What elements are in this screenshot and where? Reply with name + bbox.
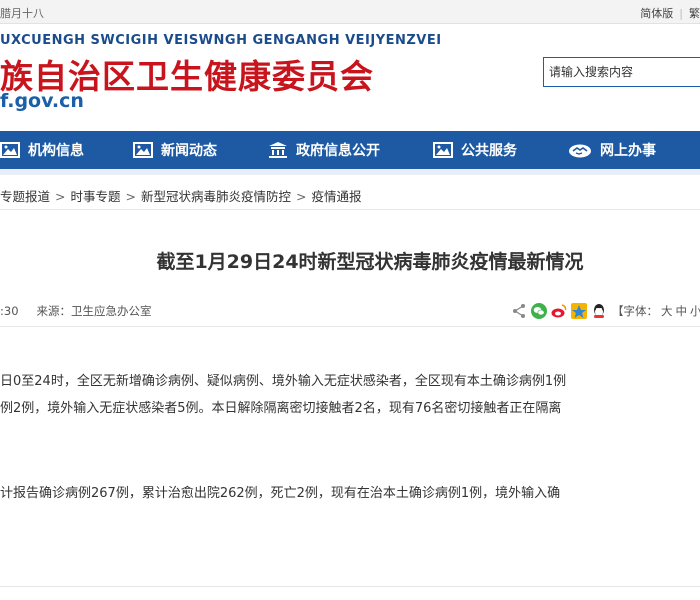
simplified-chinese-link[interactable]: 简体版 xyxy=(640,7,673,20)
nav-item-label: 机构信息 xyxy=(28,143,84,159)
qq-icon[interactable] xyxy=(591,303,607,319)
publish-time: :30 xyxy=(0,304,19,318)
font-size-switcher: 【字体：大中小】 xyxy=(612,303,700,319)
breadcrumb-separator: > xyxy=(55,189,66,204)
divider xyxy=(0,586,700,587)
image-icon xyxy=(0,142,20,158)
top-bar: 腊月十八 简体版 | 繁 xyxy=(0,0,700,24)
wechat-icon[interactable] xyxy=(531,303,547,319)
nav-item-online-service[interactable]: 网上办事 xyxy=(568,131,656,169)
nav-item-news[interactable]: 新闻动态 xyxy=(133,131,217,169)
divider xyxy=(0,209,700,210)
font-size-label: 【字体： xyxy=(612,304,658,318)
font-size-small[interactable]: 小】 xyxy=(690,304,700,318)
nav-item-label: 政府信息公开 xyxy=(296,143,380,159)
handshake-icon xyxy=(569,144,591,158)
breadcrumb-item[interactable]: 新型冠状病毒肺炎疫情防控 xyxy=(141,189,291,204)
article-paragraph: 计报告确诊病例267例，累计治愈出院262例，死亡2例，现有在治本土确诊病例1例… xyxy=(0,486,561,501)
font-size-large[interactable]: 大 xyxy=(661,304,673,318)
main-nav: 机构信息 新闻动态 政府信息公开 公共服务 网上办事 xyxy=(0,131,700,169)
nav-item-organization[interactable]: 机构信息 xyxy=(0,131,84,169)
image-icon xyxy=(133,142,153,158)
share-bar xyxy=(511,302,611,320)
breadcrumb-item[interactable]: 时事专题 xyxy=(71,189,121,204)
share-icon[interactable] xyxy=(511,303,527,319)
language-switch: 简体版 | 繁 xyxy=(640,5,700,21)
traditional-chinese-link[interactable]: 繁 xyxy=(689,7,700,20)
nav-item-label: 公共服务 xyxy=(461,143,517,159)
breadcrumb-separator: > xyxy=(125,189,136,204)
article-paragraph: 日0至24时，全区无新增确诊病例、疑似病例、境外输入无症状感染者，全区现有本土确… xyxy=(0,374,567,389)
breadcrumb-item[interactable]: 疫情通报 xyxy=(312,189,362,204)
divider xyxy=(0,326,700,327)
nav-underline xyxy=(0,169,700,175)
nav-item-label: 新闻动态 xyxy=(161,143,217,159)
building-icon xyxy=(269,142,287,158)
article-paragraph: 例2例，境外输入无症状感染者5例。本日解除隔离密切接触者2名，现有76名密切接触… xyxy=(0,401,562,416)
nav-item-public-service[interactable]: 公共服务 xyxy=(433,131,517,169)
weibo-icon[interactable] xyxy=(551,303,567,319)
lunar-date: 腊月十八 xyxy=(0,7,44,20)
breadcrumb-item[interactable]: 专题报道 xyxy=(0,189,50,204)
nav-item-label: 网上办事 xyxy=(600,143,656,159)
article-title: 截至1月29日24时新型冠状病毒肺炎疫情最新情况 xyxy=(156,251,584,273)
search-box xyxy=(543,57,700,87)
article-meta: :30 来源：卫生应急办公室 xyxy=(0,303,152,319)
search-input[interactable] xyxy=(544,58,700,86)
nav-item-gov-info[interactable]: 政府信息公开 xyxy=(268,131,380,169)
site-header: UXCUENGH SWCIGIH VEISWNGH GENGANGH VEIJY… xyxy=(0,24,700,130)
font-size-medium[interactable]: 中 xyxy=(676,304,688,318)
image-icon xyxy=(433,142,453,158)
breadcrumb-separator: > xyxy=(296,189,307,204)
separator: | xyxy=(679,7,683,20)
breadcrumb: 专题报道 > 时事专题 > 新型冠状病毒肺炎疫情防控 > 疫情通报 xyxy=(0,186,362,205)
site-title-zhuang: UXCUENGH SWCIGIH VEISWNGH GENGANGH VEIJY… xyxy=(0,33,442,48)
source-label: 来源： xyxy=(36,304,72,318)
site-domain: f.gov.cn xyxy=(0,90,84,112)
source-name: 卫生应急办公室 xyxy=(71,304,152,318)
qzone-icon[interactable] xyxy=(571,303,587,319)
